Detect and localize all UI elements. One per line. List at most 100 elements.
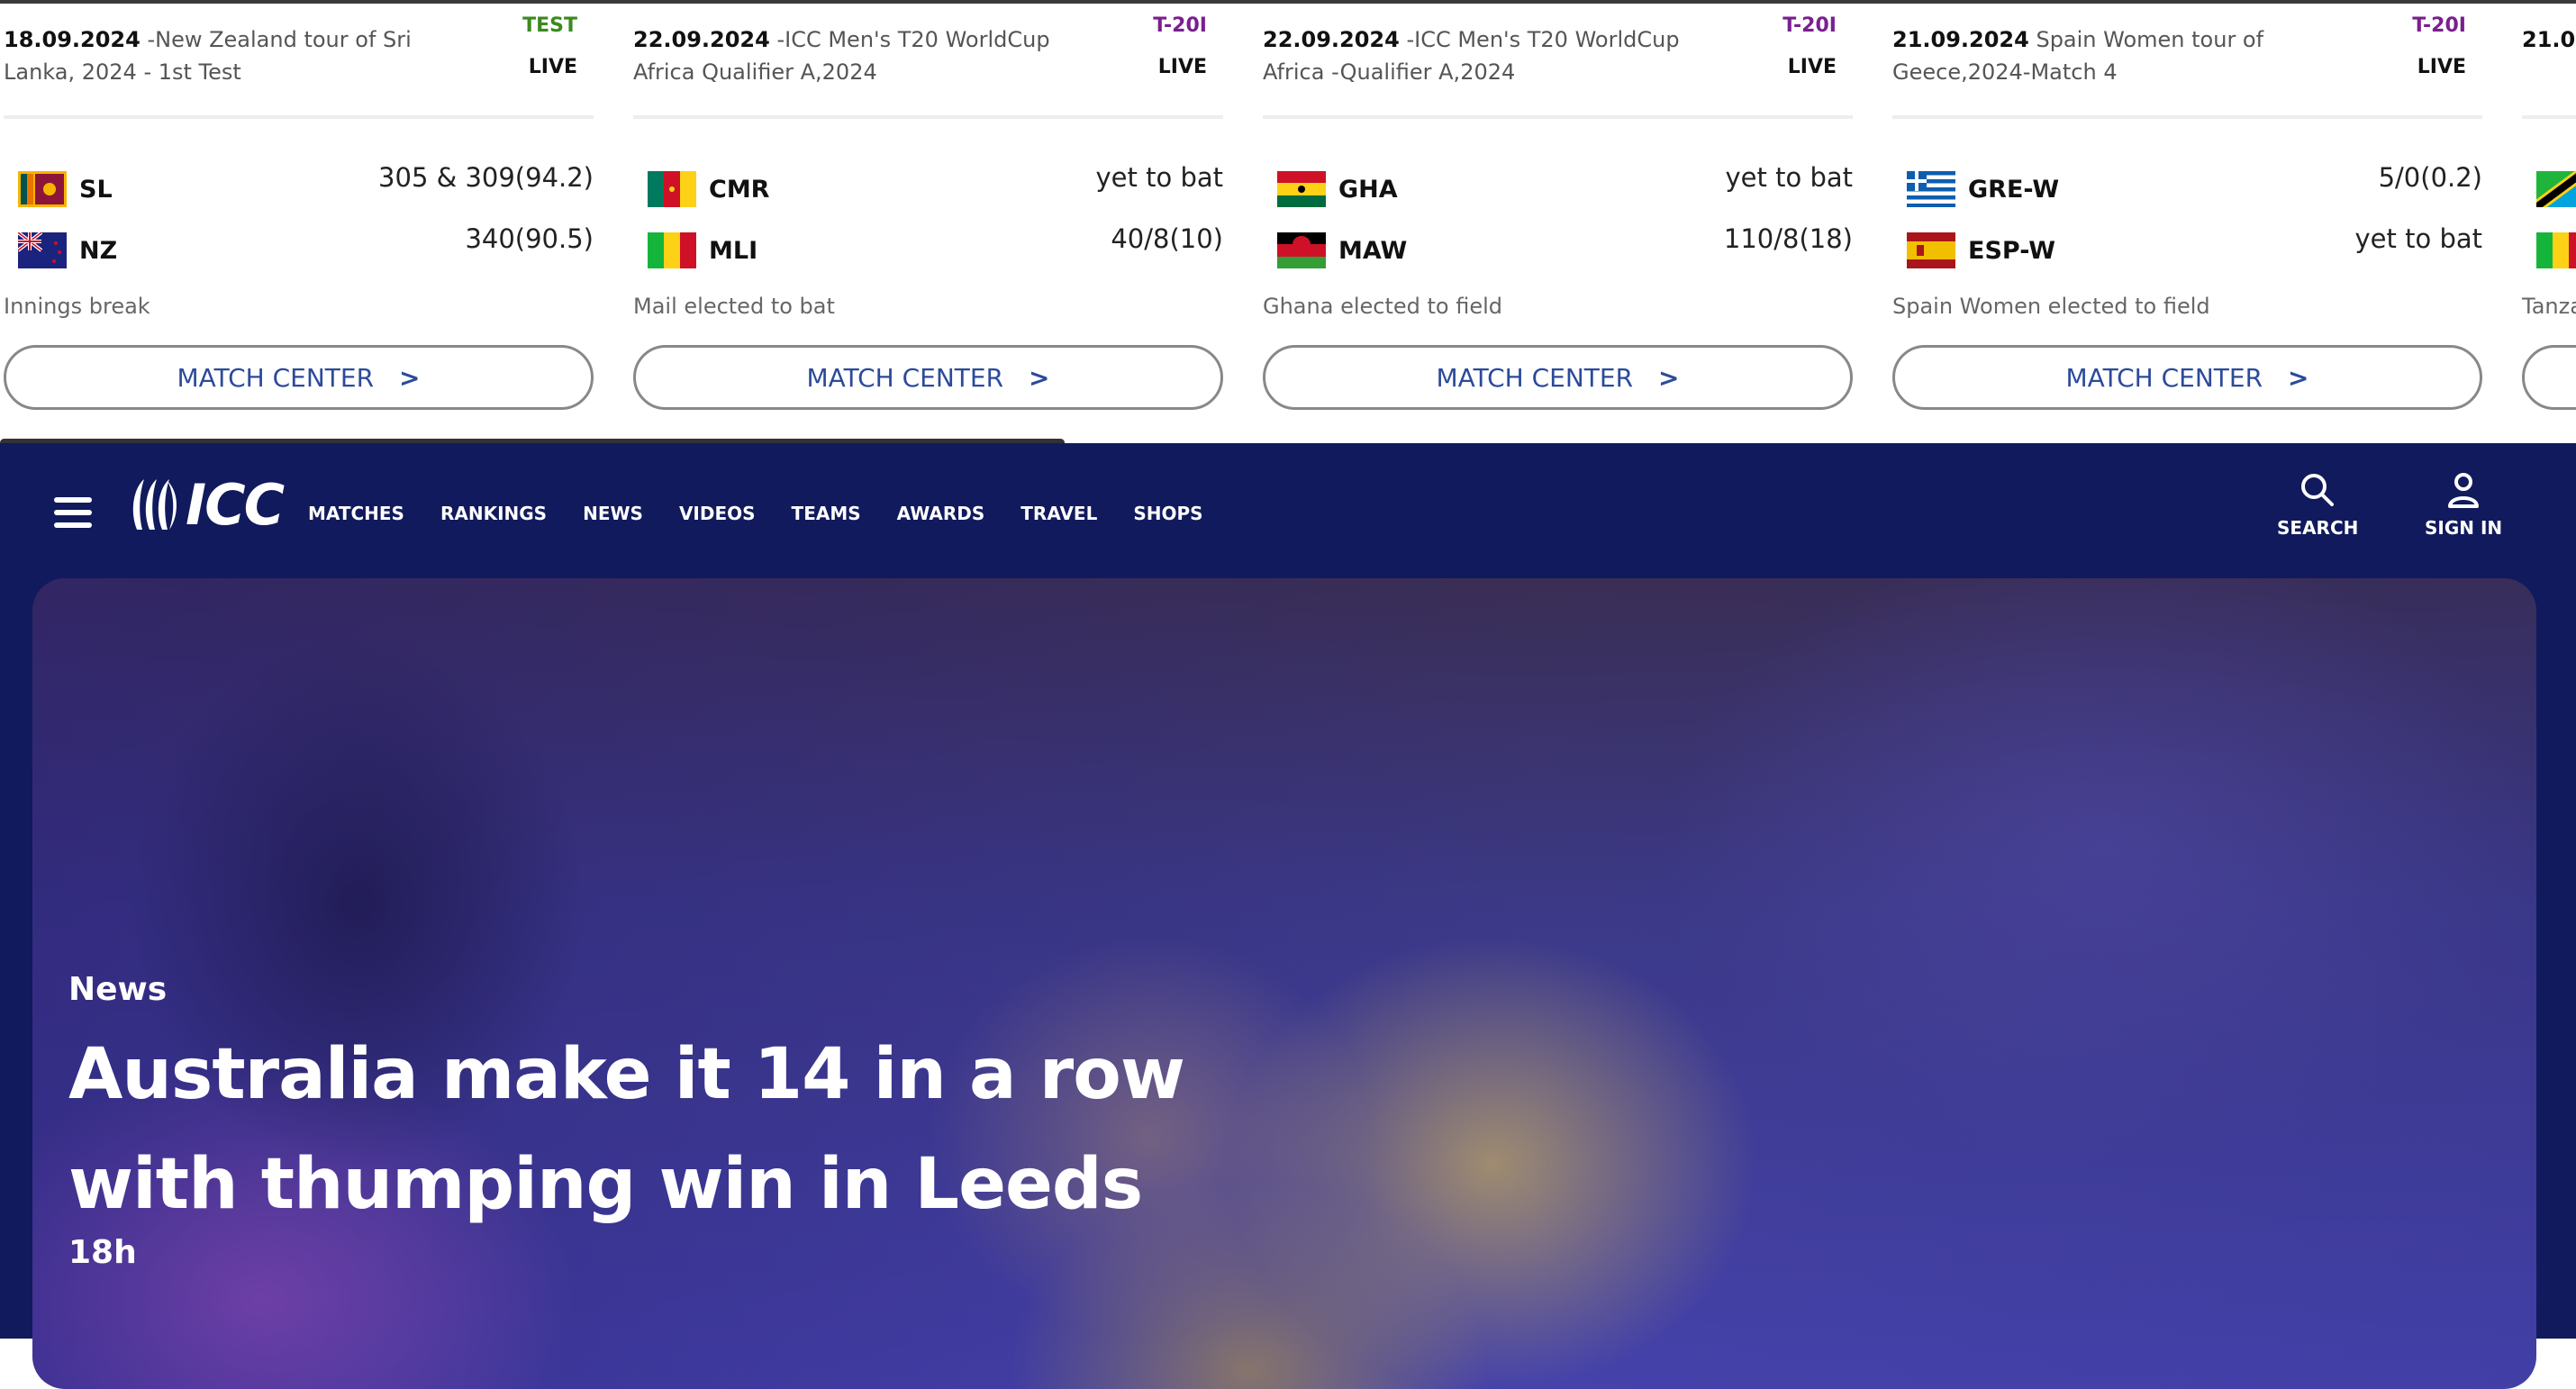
match-center-button[interactable] <box>2522 345 2576 410</box>
team-score: yet to bat <box>2354 223 2482 254</box>
logo-text: ICC <box>186 471 285 538</box>
hero-timestamp: 18h <box>68 1234 137 1271</box>
nav-menu: MATCHES RANKINGS NEWS VIDEOS TEAMS AWARD… <box>308 503 1203 524</box>
match-card: 18.09.2024 -New Zealand tour of Sri Lank… <box>4 4 594 427</box>
match-card: 21.09 World Tanza <box>2522 4 2576 427</box>
nav-rankings[interactable]: RANKINGS <box>440 503 547 524</box>
team-row: ESP-W <box>1907 231 2055 270</box>
greece-flag-icon <box>1907 171 1955 207</box>
team-row: SL <box>18 169 113 209</box>
match-format-badge: T-20I <box>1782 14 1837 37</box>
search-icon <box>2301 474 2335 506</box>
search-label: SEARCH <box>2277 517 2359 539</box>
team-code: MAW <box>1338 236 1408 265</box>
team-row: GHA <box>1277 169 1398 209</box>
match-center-button[interactable]: MATCH CENTER > <box>1263 345 1853 410</box>
match-card: 22.09.2024 -ICC Men's T20 WorldCup Afric… <box>633 4 1223 427</box>
match-date: 22.09.2024 <box>633 27 770 52</box>
match-date: 22.09.2024 <box>1263 27 1400 52</box>
hero-headline[interactable]: Australia make it 14 in a row with thump… <box>68 1020 1239 1239</box>
card-divider <box>1263 115 1853 119</box>
tanzania-flag-icon <box>2536 171 2576 207</box>
match-center-button[interactable]: MATCH CENTER > <box>4 345 594 410</box>
live-indicator: LIVE <box>1787 56 1837 78</box>
chevron-right-icon: > <box>1658 362 1680 393</box>
hero-news-banner[interactable]: News Australia make it 14 in a row with … <box>32 578 2536 1389</box>
mali-flag-icon <box>648 232 696 268</box>
team-row: CMR <box>648 169 769 209</box>
team-score: yet to bat <box>1725 162 1853 193</box>
match-date: 21.09.2024 <box>1892 27 2029 52</box>
card-divider <box>633 115 1223 119</box>
icc-logo[interactable]: ICC <box>128 472 285 538</box>
team-row: MAW <box>1277 231 1407 270</box>
match-center-label: MATCH CENTER <box>806 362 1004 393</box>
nav-awards[interactable]: AWARDS <box>897 503 985 524</box>
match-title: 18.09.2024 -New Zealand tour of Sri Lank… <box>4 23 472 88</box>
team-code: GHA <box>1338 175 1398 204</box>
icc-ball-icon <box>132 479 177 530</box>
match-format-badge: T-20I <box>1153 14 1207 37</box>
team-score: 40/8(10) <box>1111 223 1223 254</box>
team-row: NZ <box>18 231 117 270</box>
nav-shops[interactable]: SHOPS <box>1133 503 1202 524</box>
chevron-right-icon: > <box>1029 362 1050 393</box>
match-card: 21.09.2024 Spain Women tour of Geece,202… <box>1892 4 2482 427</box>
match-title: 22.09.2024 -ICC Men's T20 WorldCup Afric… <box>633 23 1102 88</box>
chevron-right-icon: > <box>2288 362 2309 393</box>
team-code: SL <box>79 175 113 204</box>
match-status: Spain Women elected to field <box>1892 294 2210 319</box>
team-code: MLI <box>709 236 758 265</box>
team-row <box>2536 169 2576 209</box>
team-score: 5/0(0.2) <box>2378 162 2482 193</box>
match-center-label: MATCH CENTER <box>177 362 375 393</box>
match-date: 21.09 <box>2522 27 2576 52</box>
team-score: 305 & 309(94.2) <box>378 162 594 193</box>
match-center-button[interactable]: MATCH CENTER > <box>633 345 1223 410</box>
match-format-badge: T-20I <box>2412 14 2466 37</box>
team-code: ESP-W <box>1968 236 2055 265</box>
nav-travel[interactable]: TRAVEL <box>1020 503 1097 524</box>
match-status: Innings break <box>4 294 150 319</box>
match-status: Ghana elected to field <box>1263 294 1503 319</box>
spain-flag-icon <box>1907 232 1955 268</box>
match-center-label: MATCH CENTER <box>1436 362 1634 393</box>
hamburger-menu-icon[interactable] <box>54 497 92 528</box>
malawi-flag-icon <box>1277 232 1326 268</box>
card-divider <box>1892 115 2482 119</box>
nav-teams[interactable]: TEAMS <box>792 503 861 524</box>
match-center-button[interactable]: MATCH CENTER > <box>1892 345 2482 410</box>
match-title: 21.09 World <box>2522 23 2576 56</box>
team-code: GRE-W <box>1968 175 2060 204</box>
nav-matches[interactable]: MATCHES <box>308 503 404 524</box>
ghana-flag-icon <box>1277 171 1326 207</box>
team-row: MLI <box>648 231 757 270</box>
nav-news[interactable]: NEWS <box>583 503 643 524</box>
live-indicator: LIVE <box>1157 56 1207 78</box>
search-button[interactable]: SEARCH <box>2277 472 2358 539</box>
team-row: GRE-W <box>1907 169 2059 209</box>
match-title: 21.09.2024 Spain Women tour of Geece,202… <box>1892 23 2361 88</box>
team-score: yet to bat <box>1095 162 1223 193</box>
chevron-right-icon: > <box>399 362 421 393</box>
sign-in-button[interactable]: SIGN IN <box>2425 472 2502 539</box>
team-row <box>2536 231 2576 270</box>
live-scores-strip: 18.09.2024 -New Zealand tour of Sri Lank… <box>0 4 2576 443</box>
mali-flag-icon <box>2536 232 2576 268</box>
match-card: 22.09.2024 -ICC Men's T20 WorldCup Afric… <box>1263 4 1853 427</box>
sign-in-label: SIGN IN <box>2425 517 2503 539</box>
match-format-badge: TEST <box>522 14 577 37</box>
match-date: 18.09.2024 <box>4 27 141 52</box>
team-code: NZ <box>79 236 118 265</box>
sri-lanka-flag-icon <box>18 171 67 207</box>
live-indicator: LIVE <box>2417 56 2466 78</box>
team-score: 340(90.5) <box>465 223 594 254</box>
team-score: 110/8(18) <box>1723 223 1853 254</box>
user-icon <box>2448 473 2480 508</box>
match-status: Tanza <box>2522 294 2576 319</box>
match-status: Mail elected to bat <box>633 294 835 319</box>
new-zealand-flag-icon <box>18 232 67 268</box>
card-divider <box>2522 115 2576 119</box>
nav-videos[interactable]: VIDEOS <box>679 503 756 524</box>
hero-image <box>32 578 2536 1389</box>
